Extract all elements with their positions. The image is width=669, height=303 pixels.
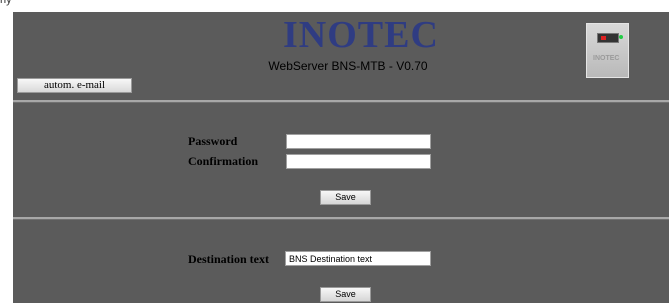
page-frame: INOTEC WebServer BNS-MTB - V0.70 INOTEC … — [13, 12, 669, 303]
confirmation-input[interactable] — [286, 154, 431, 169]
autom-email-button[interactable]: autom. e-mail — [17, 78, 132, 93]
save-password-button[interactable]: Save — [320, 190, 371, 205]
destination-text-label: Destination text — [188, 252, 269, 266]
save-destination-button[interactable]: Save — [320, 287, 371, 302]
destination-text-input[interactable] — [285, 251, 431, 266]
page-subtitle: WebServer BNS-MTB - V0.70 — [268, 59, 428, 73]
confirmation-label: Confirmation — [188, 154, 258, 168]
header-divider — [13, 100, 669, 103]
top-strip-text: ny — [0, 0, 12, 6]
section-divider — [13, 217, 669, 220]
inotec-device-icon: INOTEC — [586, 23, 629, 78]
device-led — [619, 35, 623, 39]
top-strip: ny — [0, 0, 669, 12]
password-input[interactable] — [286, 134, 431, 149]
device-mark: INOTEC — [593, 55, 620, 62]
brand-logo-text: INOTEC — [283, 14, 439, 56]
device-display — [597, 33, 619, 43]
password-label: Password — [188, 134, 238, 148]
